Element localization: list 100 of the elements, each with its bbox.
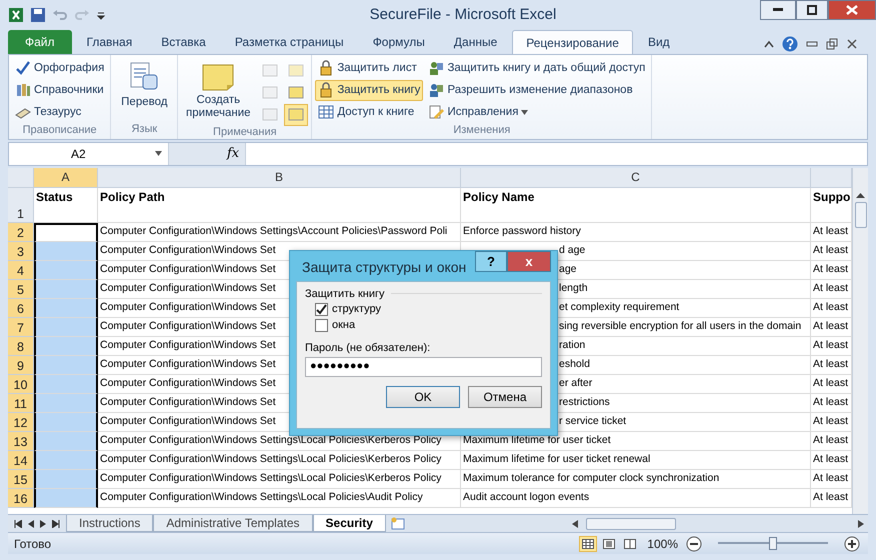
sheet-tab[interactable]: Administrative Templates [153, 515, 313, 532]
table-cell: Policy Name [461, 188, 811, 223]
ribbon-button[interactable]: Исправления [425, 102, 648, 123]
table-cell[interactable] [34, 470, 98, 489]
comment-icon [262, 86, 278, 100]
table-cell[interactable] [34, 336, 98, 356]
column-header[interactable]: A [34, 168, 98, 188]
minimize-icon [806, 40, 818, 48]
checkbox[interactable] [315, 318, 328, 332]
column-header[interactable]: C [461, 168, 811, 188]
row-header[interactable]: 8 [8, 336, 34, 356]
close-icon [846, 38, 858, 50]
row-header[interactable]: 5 [8, 280, 34, 299]
ribbon-button[interactable]: Справочники [12, 80, 108, 101]
row-header[interactable]: 2 [8, 222, 34, 242]
row-header[interactable]: 11 [8, 394, 34, 413]
close-button[interactable]: x [507, 250, 551, 272]
ribbon-tab[interactable]: Данные [440, 30, 512, 54]
group-label: Защитить книгу [305, 288, 385, 300]
name-box[interactable]: A2 [9, 142, 169, 165]
table-icon [318, 104, 334, 120]
table-cell: Computer Configuration\Windows Settings\Local Policies\Kerberos Policy [98, 450, 461, 470]
minimize-icon [773, 8, 783, 12]
people-icon [428, 60, 444, 76]
ribbon-button[interactable]: Доступ к книге [315, 102, 424, 123]
row-header[interactable]: 9 [8, 356, 34, 375]
formula-field[interactable] [245, 142, 867, 165]
table-cell[interactable] [34, 412, 98, 432]
checkbox-label[interactable]: структуру [332, 303, 382, 316]
lock-icon [318, 60, 334, 76]
last-sheet-icon [52, 520, 60, 528]
row-header[interactable]: 4 [8, 260, 34, 280]
table-cell: Computer Configuration\Windows Settings\Local Policies\Audit Policy [98, 488, 461, 508]
table-cell[interactable] [34, 280, 98, 299]
sheet-tab[interactable]: Instructions [66, 515, 154, 532]
table-cell[interactable] [34, 298, 98, 318]
ribbon-tab[interactable]: Главная [72, 30, 146, 54]
row-header[interactable]: 13 [8, 432, 34, 451]
table-cell: Computer Configuration\Windows Settings\Account Policies\Password Poli [98, 222, 461, 242]
scroll-left-icon [572, 520, 578, 528]
view-button[interactable] [579, 536, 598, 552]
checkbox-label[interactable]: окна [332, 319, 356, 332]
table-cell[interactable] [34, 318, 98, 337]
comment-tool-button[interactable] [284, 104, 308, 126]
column-header[interactable]: B [98, 168, 461, 188]
row-header[interactable]: 14 [8, 450, 34, 470]
zoom-level[interactable]: 100% [647, 536, 678, 551]
lock-icon [318, 82, 334, 98]
function-label[interactable]: fx [227, 146, 240, 162]
ok-button[interactable]: OK [386, 386, 460, 408]
table-cell[interactable] [34, 450, 98, 470]
close-button[interactable] [828, 0, 876, 20]
row-header[interactable]: 12 [8, 412, 34, 432]
new-comment-button[interactable]: Создать примечание [181, 58, 256, 126]
checkbox[interactable] [315, 302, 328, 316]
ribbon-button[interactable]: Тезаурус [12, 102, 108, 123]
table-cell: Maximum lifetime for user ticket renewal [461, 450, 811, 470]
table-cell[interactable] [34, 222, 98, 242]
row-header[interactable]: 7 [8, 318, 34, 337]
ribbon-tab[interactable]: Рецензирование [512, 30, 633, 55]
table-cell[interactable] [34, 432, 98, 451]
group-label: Примечания [212, 126, 278, 139]
ribbon-tab[interactable]: Разметка страницы [220, 30, 358, 54]
ribbon-tab[interactable]: Файл [8, 30, 72, 54]
table-cell[interactable] [34, 394, 98, 413]
table-cell[interactable] [34, 488, 98, 508]
ribbon-button[interactable]: Защитить лист [315, 58, 424, 79]
zoom-slider-thumb[interactable] [769, 537, 777, 550]
ribbon-button[interactable]: Орфография [12, 58, 108, 79]
group-label: Язык [130, 122, 158, 137]
translate-button[interactable]: Перевод [114, 58, 174, 123]
password-label: Пароль (не обязателен): [305, 342, 432, 354]
maximize-button[interactable] [796, 0, 828, 20]
ribbon-tab[interactable]: Вид [634, 30, 684, 54]
row-header[interactable]: 10 [8, 374, 34, 394]
scrollbar-thumb[interactable] [586, 518, 676, 530]
ribbon-tab[interactable]: Формулы [358, 30, 439, 54]
ribbon-button[interactable]: Разрешить изменение диапазонов [425, 80, 648, 101]
table-cell[interactable] [34, 260, 98, 280]
password-field[interactable]: ●●●●●●●●● [305, 356, 542, 377]
ribbon-button[interactable]: Защитить книгу [315, 80, 424, 101]
table-cell[interactable] [34, 356, 98, 375]
sheet-tab[interactable]: Security [312, 515, 386, 532]
table-cell: Computer Configuration\Windows Settings\Local Policies\Kerberos Policy [98, 470, 461, 489]
maximize-icon [807, 4, 817, 15]
row-header[interactable]: 1 [8, 188, 34, 223]
cancel-button[interactable]: Отмена [468, 386, 542, 408]
ribbon-tab[interactable]: Вставка [147, 30, 220, 54]
row-header[interactable]: 3 [8, 242, 34, 261]
collapse-ribbon-icon [764, 40, 774, 48]
excel-logo-icon [8, 6, 24, 23]
minimize-button[interactable] [760, 0, 796, 20]
row-header[interactable]: 6 [8, 298, 34, 318]
row-header[interactable]: 15 [8, 470, 34, 489]
ribbon-button[interactable]: Защитить книгу и дать общий доступ [425, 58, 648, 79]
help-button[interactable]: ? [475, 250, 507, 272]
scrollbar-thumb[interactable] [854, 202, 866, 228]
row-header[interactable]: 16 [8, 488, 34, 508]
table-cell[interactable] [34, 374, 98, 394]
table-cell[interactable] [34, 242, 98, 261]
